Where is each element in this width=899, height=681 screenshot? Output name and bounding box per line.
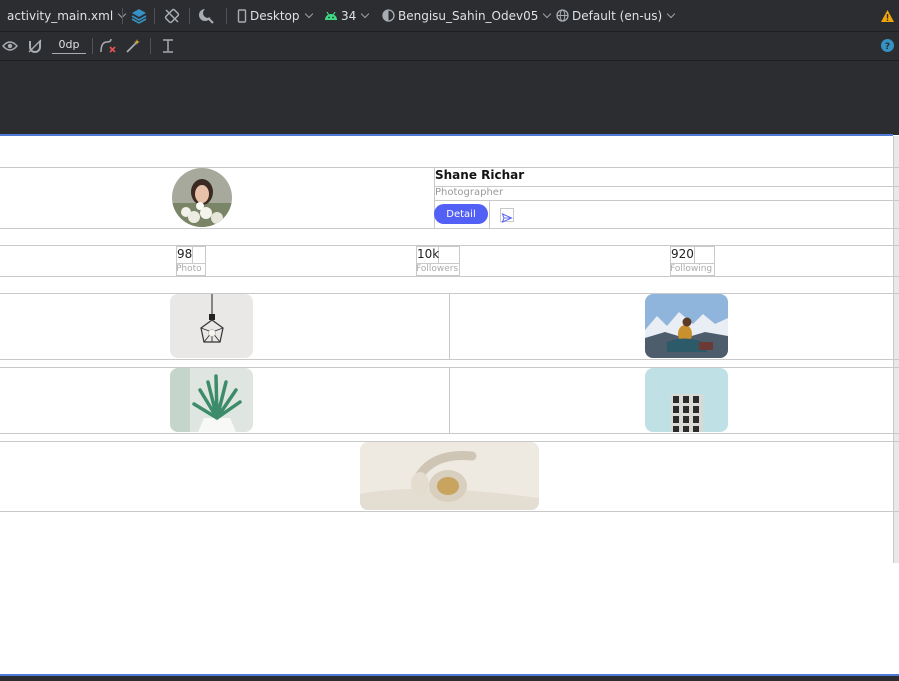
canvas-bottom-bar (0, 674, 899, 681)
stat-following-value: 920 (671, 247, 694, 261)
layout-editor-toolbar: activity_main.xml Desktop 34 Bengisu_Sah… (0, 0, 899, 31)
android-icon (325, 11, 337, 20)
toolbar-divider (154, 8, 155, 24)
chevron-down-icon (304, 9, 313, 19)
canvas-top-margin (0, 60, 899, 135)
locale-label: Default (en-us) (572, 8, 663, 23)
help-icon[interactable]: ? (881, 39, 894, 52)
gallery-image-lamp[interactable] (170, 294, 253, 358)
stat-following-label: Following (670, 264, 713, 274)
stat-photo-value: 98 (177, 247, 193, 261)
orientation-icon[interactable] (163, 7, 181, 25)
toolbar-divider (122, 8, 123, 24)
toolbar-divider (226, 8, 227, 24)
layers-icon[interactable] (130, 7, 148, 25)
name-bottom-guide (434, 186, 899, 187)
stat-divider (694, 247, 695, 263)
gallery-row3-bottom-guide (0, 511, 899, 512)
theme-label: Bengisu_Sahin_Odev05 (398, 8, 539, 23)
gallery-image-mountain[interactable] (645, 294, 728, 358)
clear-constraints-icon[interactable] (99, 38, 117, 54)
toolbar-divider (189, 8, 190, 24)
svg-text:?: ? (885, 42, 890, 52)
chevron-down-icon (361, 9, 370, 19)
gallery-image-building[interactable] (645, 368, 728, 432)
gallery-image-headphones[interactable] (360, 442, 539, 510)
constraint-toolbar: 0dp ? (0, 31, 899, 61)
button-right-guide (489, 200, 490, 228)
baseline-align-icon[interactable] (161, 38, 175, 54)
stat-followers-label: Followers (416, 264, 459, 274)
default-margin-field[interactable]: 0dp (52, 38, 86, 54)
warning-icon[interactable] (880, 9, 895, 23)
stats-row-bottom-guide (0, 276, 899, 277)
gallery-row2-bottom-guide (0, 433, 899, 434)
globe-icon (556, 9, 569, 22)
avatar[interactable] (172, 168, 232, 227)
toolbar-divider (92, 38, 93, 54)
locale-selector[interactable]: Default (en-us) (556, 0, 678, 31)
gallery-column-guide (449, 293, 450, 359)
send-button[interactable] (500, 208, 514, 223)
profile-name: Shane Richar (435, 168, 525, 182)
phone-icon (237, 8, 247, 23)
send-icon (501, 213, 513, 223)
header-row-bottom-guide (0, 228, 899, 229)
role-bottom-guide (434, 200, 899, 201)
stat-followers-value: 10k (417, 247, 440, 261)
magnet-off-icon[interactable] (27, 38, 43, 54)
device-selector[interactable]: Desktop (237, 0, 316, 31)
theme-icon (382, 9, 395, 22)
chevron-down-icon (543, 9, 552, 19)
device-label: Desktop (250, 8, 300, 23)
profile-role: Photographer (435, 187, 504, 198)
api-level-label: 34 (341, 8, 357, 23)
night-mode-icon[interactable] (197, 7, 215, 25)
gallery-column-guide (449, 367, 450, 433)
eye-icon[interactable] (2, 40, 18, 52)
theme-selector[interactable]: Bengisu_Sahin_Odev05 (382, 0, 554, 31)
gallery-row1-bottom-guide (0, 359, 899, 360)
file-selector[interactable]: activity_main.xml (7, 0, 129, 31)
chevron-down-icon (666, 9, 676, 19)
toolbar-divider (150, 38, 151, 54)
file-name: activity_main.xml (7, 8, 114, 23)
api-level-selector[interactable]: 34 (324, 0, 372, 31)
magic-wand-icon[interactable] (125, 38, 141, 54)
gallery-image-plant[interactable] (170, 368, 253, 432)
detail-button[interactable]: Detail (434, 204, 488, 224)
stat-photo-label: Photo (176, 264, 202, 274)
